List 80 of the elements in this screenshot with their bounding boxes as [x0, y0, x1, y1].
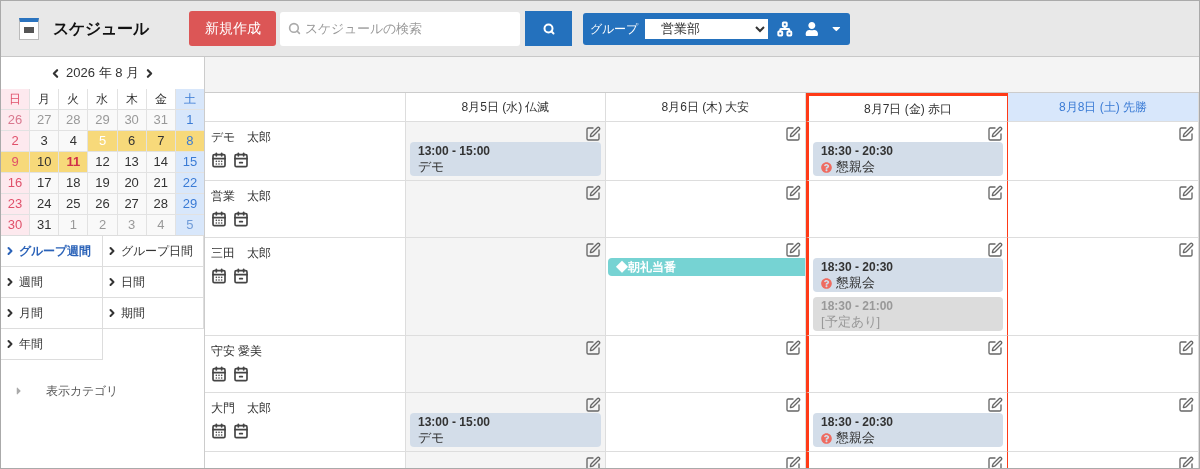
event-time: 13:00 - 15:00: [418, 143, 492, 159]
calendar-day[interactable]: 12: [88, 152, 117, 172]
weekday-header: 日: [1, 89, 30, 109]
day-cell[interactable]: 18:30 - 20:30 懇親会: [806, 122, 1008, 181]
calendar-day[interactable]: 7: [146, 131, 175, 151]
appointment-card[interactable]: 18:30 - 20:30 懇親会: [813, 258, 1003, 292]
member-name: デモ 太郎: [211, 129, 272, 146]
view-label: グループ日間: [120, 243, 193, 260]
view-link[interactable]: グループ日間: [102, 236, 204, 267]
calendar-day[interactable]: 18: [59, 173, 88, 193]
event-time: 18:30 - 20:30: [821, 143, 895, 159]
day-cell[interactable]: 13:00 - 15:00 デモ: [406, 122, 606, 181]
weekday-header: 月: [30, 89, 59, 109]
calendar-day[interactable]: 24: [30, 194, 59, 214]
calendar-day[interactable]: 6: [117, 131, 146, 151]
new-button[interactable]: 新規作成: [189, 11, 276, 46]
event-time: 18:30 - 20:30: [821, 414, 895, 430]
view-link[interactable]: 年間: [1, 329, 103, 360]
calendar-day[interactable]: 11: [59, 152, 88, 172]
view-label: 週間: [19, 274, 43, 291]
view-link[interactable]: 月間: [1, 298, 103, 329]
event-title: 懇親会: [836, 275, 875, 291]
calendar-day[interactable]: 26: [88, 194, 117, 214]
event-title: デモ: [418, 430, 444, 446]
calendar-day[interactable]: 27: [117, 194, 146, 214]
calendar-day[interactable]: 20: [117, 173, 146, 193]
search-input[interactable]: スケジュールの検索: [305, 18, 505, 39]
day-header: 8月6日 (木) 大安: [606, 93, 806, 122]
category-toggle[interactable]: 表示カテゴリ: [46, 382, 118, 400]
weekday-header: 木: [117, 89, 146, 109]
calendar-day[interactable]: 28: [146, 194, 175, 214]
day-cell[interactable]: 18:30 - 20:30 懇親会: [806, 393, 1008, 452]
day-cell[interactable]: 13:00 - 15:00 デモ: [406, 393, 606, 452]
weekday-header: 土: [175, 89, 204, 109]
month-label: 2026 年 8 月: [66, 64, 139, 83]
calendar-day[interactable]: 10: [30, 152, 59, 172]
event-title: 懇親会: [836, 159, 875, 175]
weekday-header: 金: [146, 89, 175, 109]
appointment-card[interactable]: 13:00 - 15:00 デモ: [410, 413, 601, 447]
event-title: [予定あり]: [821, 314, 882, 330]
view-label: 年間: [19, 336, 43, 353]
appointment-card[interactable]: 18:30 - 20:30 懇親会: [813, 142, 1003, 176]
day-header: 8月5日 (水) 仏滅: [406, 93, 606, 122]
view-label: 期間: [120, 305, 145, 322]
appointment-card[interactable]: 13:00 - 15:00 デモ: [410, 142, 601, 176]
group-select[interactable]: 営業部: [645, 18, 769, 39]
member-name: 大門 太郎: [211, 400, 272, 417]
view-label: 日間: [120, 274, 145, 291]
event-title: 懇親会: [836, 430, 875, 446]
view-label: 月間: [19, 305, 43, 322]
calendar-day[interactable]: 19: [88, 173, 117, 193]
appointment-card[interactable]: 18:30 - 20:30 懇親会: [813, 413, 1003, 447]
view-link[interactable]: グループ週間: [1, 236, 103, 267]
event-title: デモ: [418, 159, 444, 175]
view-link[interactable]: 日間: [102, 267, 204, 298]
calendar-day[interactable]: 21: [146, 173, 175, 193]
calendar-day[interactable]: 3: [30, 131, 59, 151]
day-cell[interactable]: 18:30 - 20:30 懇親会 18:30 - 21:00 [予定あり]: [806, 238, 1008, 336]
app-title: スケジュール: [53, 18, 150, 39]
weekday-header: 水: [88, 89, 117, 109]
view-link[interactable]: 週間: [1, 267, 103, 298]
day-header: 8月8日 (土) 先勝: [1008, 93, 1199, 122]
calendar-day[interactable]: 14: [146, 152, 175, 172]
calendar-day[interactable]: 31: [30, 215, 59, 235]
calendar-day[interactable]: 4: [59, 131, 88, 151]
member-name: 守安 愛美: [211, 343, 264, 360]
member-name: 三田 太郎: [211, 245, 272, 262]
member-name: 営業 太郎: [211, 188, 272, 205]
search-field[interactable]: スケジュールの検索: [280, 11, 520, 46]
event-time: 13:00 - 15:00: [418, 414, 492, 430]
group-label: グループ: [590, 20, 638, 38]
event-time: 18:30 - 21:00: [821, 298, 895, 314]
calendar-day[interactable]: 13: [117, 152, 146, 172]
view-label: グループ週間: [19, 243, 91, 260]
calendar-day[interactable]: 25: [59, 194, 88, 214]
view-link[interactable]: 期間: [102, 298, 204, 329]
weekday-header: 火: [59, 89, 88, 109]
calendar-day[interactable]: 17: [30, 173, 59, 193]
event-time: 18:30 - 20:30: [821, 259, 895, 275]
day-header: 8月7日 (金) 赤口: [806, 93, 1008, 122]
